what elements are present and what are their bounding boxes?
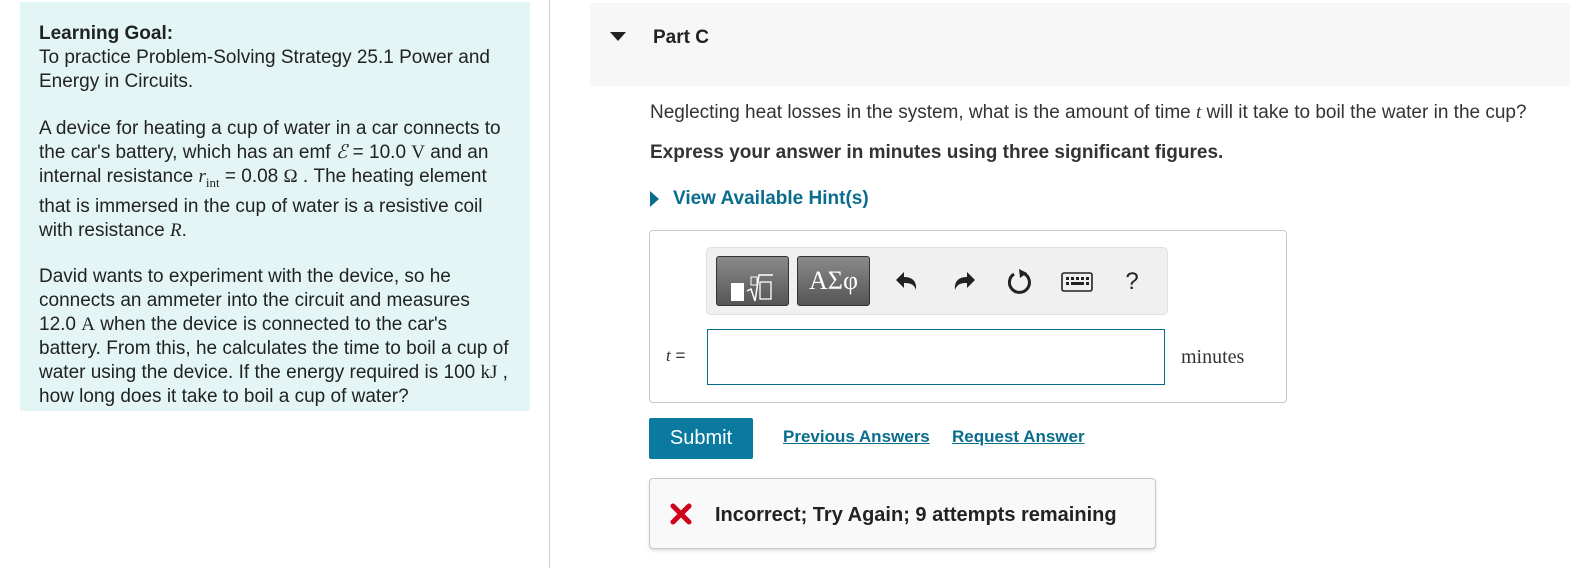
feedback-box: Incorrect; Try Again; 9 attempts remaini… [649, 478, 1156, 549]
math-toolbar: ΑΣφ ? [706, 247, 1168, 315]
templates-button[interactable] [716, 256, 789, 306]
current-unit: A [81, 314, 95, 335]
answer-input[interactable] [707, 329, 1165, 385]
p1-text-2: = 10.0 [347, 142, 412, 163]
view-hints-label: View Available Hint(s) [673, 188, 869, 209]
problem-paragraph-2: David wants to experiment with the devic… [39, 265, 512, 409]
question-text-1: Neglecting heat losses in the system, wh… [650, 102, 1196, 123]
learning-goal-text: To practice Problem-Solving Strategy 25.… [39, 47, 490, 92]
question-text: Neglecting heat losses in the system, wh… [650, 102, 1527, 124]
learning-goal-intro: Learning Goal: To practice Problem-Solvi… [39, 22, 512, 94]
energy-unit: kJ [480, 362, 498, 383]
keyboard-icon[interactable] [1061, 266, 1093, 298]
resistance-symbol: r [198, 166, 206, 187]
coil-resistance-symbol: R [169, 220, 182, 241]
part-header[interactable]: Part C [590, 3, 1570, 86]
p1-text-6: . [181, 220, 187, 241]
learning-goal-panel: Learning Goal: To practice Problem-Solvi… [20, 2, 530, 411]
undo-icon[interactable] [890, 266, 922, 298]
collapse-triangle-icon[interactable] [610, 32, 626, 41]
emf-unit: V [411, 142, 426, 163]
expand-triangle-icon [650, 191, 659, 207]
feedback-message: Incorrect; Try Again; 9 attempts remaini… [715, 504, 1117, 526]
previous-answers-link[interactable]: Previous Answers [783, 427, 930, 447]
reset-icon[interactable] [1004, 266, 1036, 298]
resistance-subscript: int [205, 175, 220, 190]
answer-instruction: Express your answer in minutes using thr… [650, 142, 1224, 163]
redo-icon[interactable] [949, 266, 981, 298]
answer-box: ΑΣφ ? t = minutes [649, 230, 1287, 403]
greek-symbols-button[interactable]: ΑΣφ [797, 256, 870, 306]
panel-divider [549, 0, 550, 568]
answer-variable-label: t = [666, 346, 685, 366]
problem-paragraph-1: A device for heating a cup of water in a… [39, 117, 512, 243]
question-text-2: will it take to boil the water in the cu… [1201, 102, 1527, 123]
help-icon[interactable]: ? [1116, 266, 1148, 298]
emf-symbol: ℰ [335, 142, 348, 163]
request-answer-link[interactable]: Request Answer [952, 427, 1085, 447]
view-hints-link[interactable]: View Available Hint(s) [650, 186, 869, 212]
templates-icon [731, 274, 773, 302]
ohm-unit: Ω [283, 166, 298, 187]
incorrect-x-icon [670, 503, 692, 525]
unit-label: minutes [1181, 346, 1245, 368]
equals-sign: = [670, 346, 686, 365]
learning-goal-heading: Learning Goal: [39, 23, 174, 44]
part-title: Part C [653, 27, 709, 48]
p1-text-4: = 0.08 [219, 166, 284, 187]
submit-button[interactable]: Submit [649, 418, 753, 459]
p2-text-2: when the device is connected to the car'… [39, 314, 509, 383]
